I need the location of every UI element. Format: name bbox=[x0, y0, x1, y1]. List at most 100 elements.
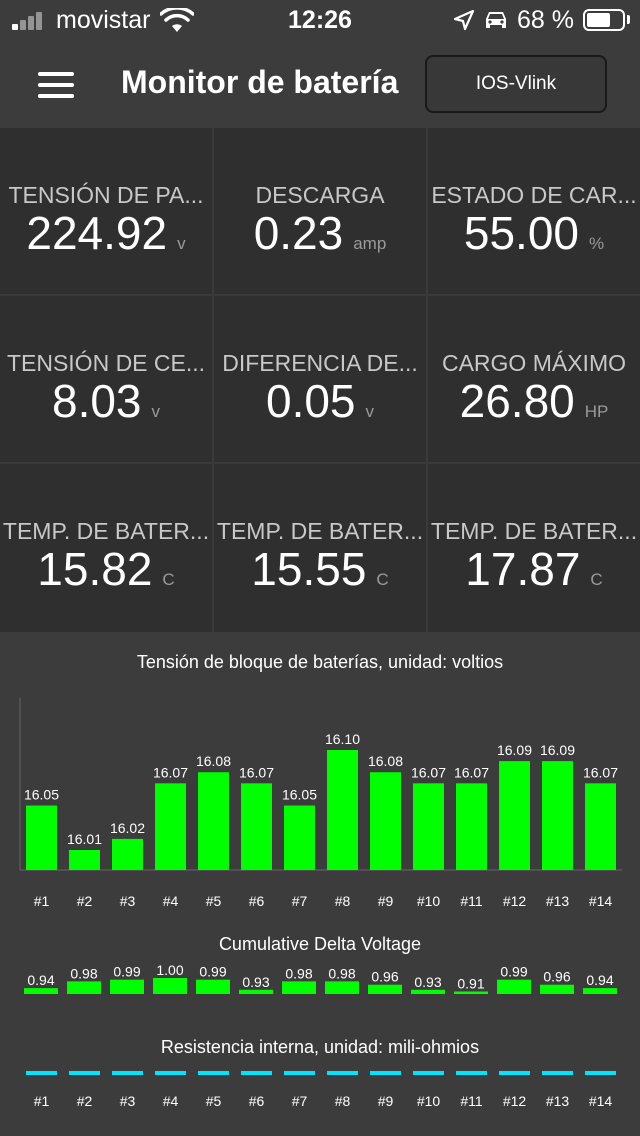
voltage-category-label: #10 bbox=[417, 893, 441, 909]
voltage-bar bbox=[284, 805, 315, 870]
voltage-bar bbox=[456, 783, 487, 870]
metric-unit: v bbox=[177, 234, 186, 253]
metric-unit: C bbox=[376, 570, 389, 589]
resistance-bar bbox=[112, 1071, 143, 1075]
resistance-bar bbox=[413, 1071, 444, 1075]
delta-bar-label: 0.94 bbox=[27, 972, 54, 988]
resistance-category-label: #6 bbox=[249, 1093, 265, 1109]
metric-label: TENSIÓN DE CE... bbox=[6, 350, 206, 376]
battery-percent: 68 % bbox=[517, 6, 574, 34]
resistance-category-label: #9 bbox=[378, 1093, 394, 1109]
metric-tile[interactable]: TEMP. DE BATER... 17.87 C bbox=[428, 464, 640, 632]
voltage-category-label: #4 bbox=[163, 893, 179, 909]
metric-value: 15.55 bbox=[251, 543, 367, 595]
voltage-bar-label: 16.07 bbox=[411, 764, 446, 780]
delta-bar-label: 0.93 bbox=[242, 974, 269, 990]
metric-value: 55.00 bbox=[463, 207, 579, 259]
voltage-bar bbox=[26, 805, 57, 870]
metric-tile[interactable]: TENSIÓN DE PA... 224.92 v bbox=[0, 128, 212, 294]
location-arrow-icon bbox=[453, 9, 475, 31]
metric-value: 8.03 bbox=[51, 375, 142, 427]
voltage-bar-label: 16.05 bbox=[282, 787, 317, 803]
delta-bar-label: 0.99 bbox=[199, 964, 226, 980]
resistance-bar bbox=[327, 1071, 358, 1075]
voltage-bar-label: 16.01 bbox=[67, 831, 102, 847]
metrics-grid: TENSIÓN DE PA... 224.92 v DESCARGA 0.23 amp … bbox=[0, 128, 640, 632]
metric-unit: % bbox=[589, 234, 605, 253]
metric-tile[interactable]: TENSIÓN DE CE... 8.03 v bbox=[0, 296, 212, 462]
metric-tile[interactable]: TEMP. DE BATER... 15.55 C bbox=[214, 464, 426, 632]
voltage-bar-label: 16.07 bbox=[239, 764, 274, 780]
status-bar: movistar 12:26 68 % bbox=[0, 0, 640, 40]
metric-tile[interactable]: CARGO MÁXIMO 26.80 HP bbox=[428, 296, 640, 462]
metric-tile[interactable]: TEMP. DE BATER... 15.82 C bbox=[0, 464, 212, 632]
resistance-category-label: #13 bbox=[546, 1093, 570, 1109]
metric-value: 17.87 bbox=[465, 543, 581, 595]
voltage-bar-label: 16.07 bbox=[153, 764, 188, 780]
resistance-category-label: #1 bbox=[34, 1093, 50, 1109]
resistance-bar bbox=[456, 1071, 487, 1075]
voltage-bar bbox=[370, 772, 401, 870]
voltage-chart-title: Tensión de bloque de baterías, unidad: v… bbox=[136, 652, 504, 672]
metric-tile[interactable]: DESCARGA 0.23 amp bbox=[214, 128, 426, 294]
voltage-bar-label: 16.10 bbox=[325, 731, 360, 747]
voltage-category-label: #14 bbox=[589, 893, 613, 909]
delta-bar bbox=[110, 979, 144, 994]
voltage-category-label: #9 bbox=[378, 893, 394, 909]
resistance-bar bbox=[69, 1071, 100, 1075]
delta-bar bbox=[239, 989, 273, 994]
voltage-category-label: #6 bbox=[249, 893, 265, 909]
delta-chart-title: Cumulative Delta Voltage bbox=[218, 934, 422, 954]
voltage-category-label: #2 bbox=[77, 893, 93, 909]
device-select-button[interactable]: IOS-Vlink bbox=[425, 55, 607, 113]
resistance-bar bbox=[198, 1071, 229, 1075]
voltage-bar bbox=[585, 783, 616, 870]
metric-tile[interactable]: ESTADO DE CAR... 55.00% bbox=[428, 128, 640, 294]
battery-icon bbox=[583, 9, 625, 31]
delta-bar bbox=[282, 981, 316, 994]
metric-unit: HP bbox=[584, 402, 609, 421]
voltage-bar bbox=[198, 772, 229, 870]
resistance-category-label: #5 bbox=[206, 1093, 222, 1109]
delta-bar bbox=[411, 989, 445, 994]
delta-bar-label: 0.99 bbox=[500, 964, 527, 980]
resistance-bar bbox=[155, 1071, 186, 1075]
resistance-category-label: #4 bbox=[163, 1093, 179, 1109]
delta-bar-label: 0.98 bbox=[70, 965, 97, 981]
voltage-bar-label: 16.09 bbox=[497, 742, 532, 758]
voltage-category-label: #3 bbox=[120, 893, 136, 909]
delta-bar-label: 0.96 bbox=[371, 969, 398, 985]
metric-label: TENSIÓN DE PA... bbox=[8, 182, 204, 208]
resistance-category-label: #3 bbox=[120, 1093, 136, 1109]
metric-tile[interactable]: DIFERENCIA DE... 0.05 v bbox=[214, 296, 426, 462]
voltage-category-label: #1 bbox=[34, 893, 50, 909]
metric-unit: C bbox=[590, 570, 603, 589]
voltage-category-label: #5 bbox=[206, 893, 222, 909]
resistance-category-label: #11 bbox=[460, 1093, 483, 1109]
resistance-category-label: #7 bbox=[292, 1093, 308, 1109]
voltage-bar bbox=[155, 783, 186, 870]
voltage-category-label: #12 bbox=[503, 893, 527, 909]
metric-value: 15.82 bbox=[37, 543, 153, 595]
delta-bar bbox=[583, 988, 617, 994]
voltage-category-label: #11 bbox=[460, 893, 483, 909]
resistance-bar bbox=[241, 1071, 272, 1075]
metric-label: TEMP. DE BATER... bbox=[216, 518, 424, 544]
voltage-bar bbox=[413, 783, 444, 870]
metric-value: 26.80 bbox=[459, 375, 575, 427]
delta-bar-label: 0.96 bbox=[543, 969, 570, 985]
resistance-chart-title: Resistencia interna, unidad: mili-ohmios bbox=[160, 1037, 480, 1057]
metric-label: DIFERENCIA DE... bbox=[222, 350, 418, 376]
hamburger-menu-icon[interactable] bbox=[38, 72, 74, 98]
delta-bar-label: 1.00 bbox=[156, 962, 183, 978]
delta-bar bbox=[153, 978, 187, 994]
charts-panel: Tensión de bloque de baterías, unidad: v… bbox=[0, 632, 640, 1136]
metric-value: 224.92 bbox=[26, 207, 168, 259]
delta-bar-label: 0.94 bbox=[586, 972, 613, 988]
resistance-bar bbox=[26, 1071, 57, 1075]
battery-tip bbox=[627, 15, 630, 24]
resistance-bar-chart: #1 #2 #3 #4 #5 #6 #7 #8 #9 #10 #11 #12 #13 #14 bbox=[26, 1071, 616, 1109]
voltage-bar bbox=[112, 838, 143, 870]
resistance-category-label: #10 bbox=[417, 1093, 441, 1109]
resistance-bar bbox=[499, 1071, 530, 1075]
